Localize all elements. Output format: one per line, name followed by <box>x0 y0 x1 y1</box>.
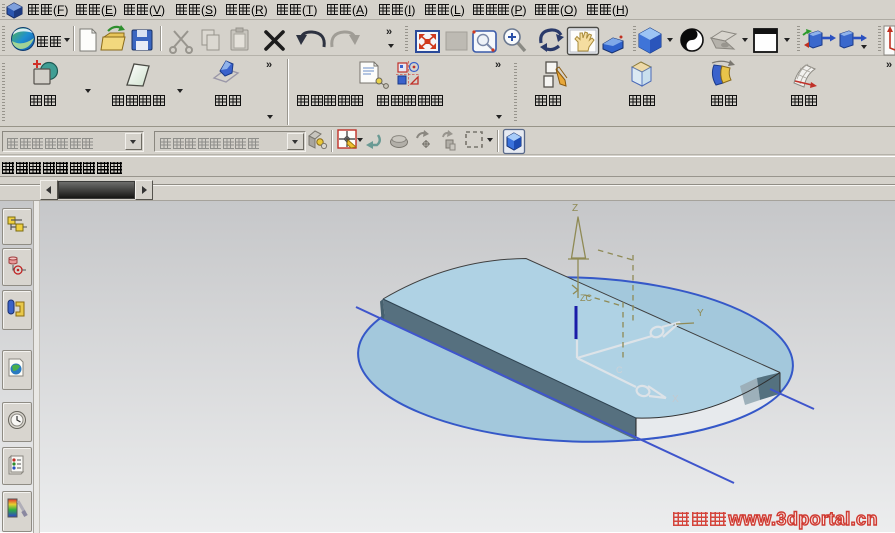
svg-text:Z: Z <box>572 203 578 214</box>
svg-text:Y: Y <box>697 308 704 319</box>
svg-text:X: X <box>672 394 679 405</box>
svg-text:ZC: ZC <box>580 293 592 303</box>
svg-text:C: C <box>616 365 623 375</box>
